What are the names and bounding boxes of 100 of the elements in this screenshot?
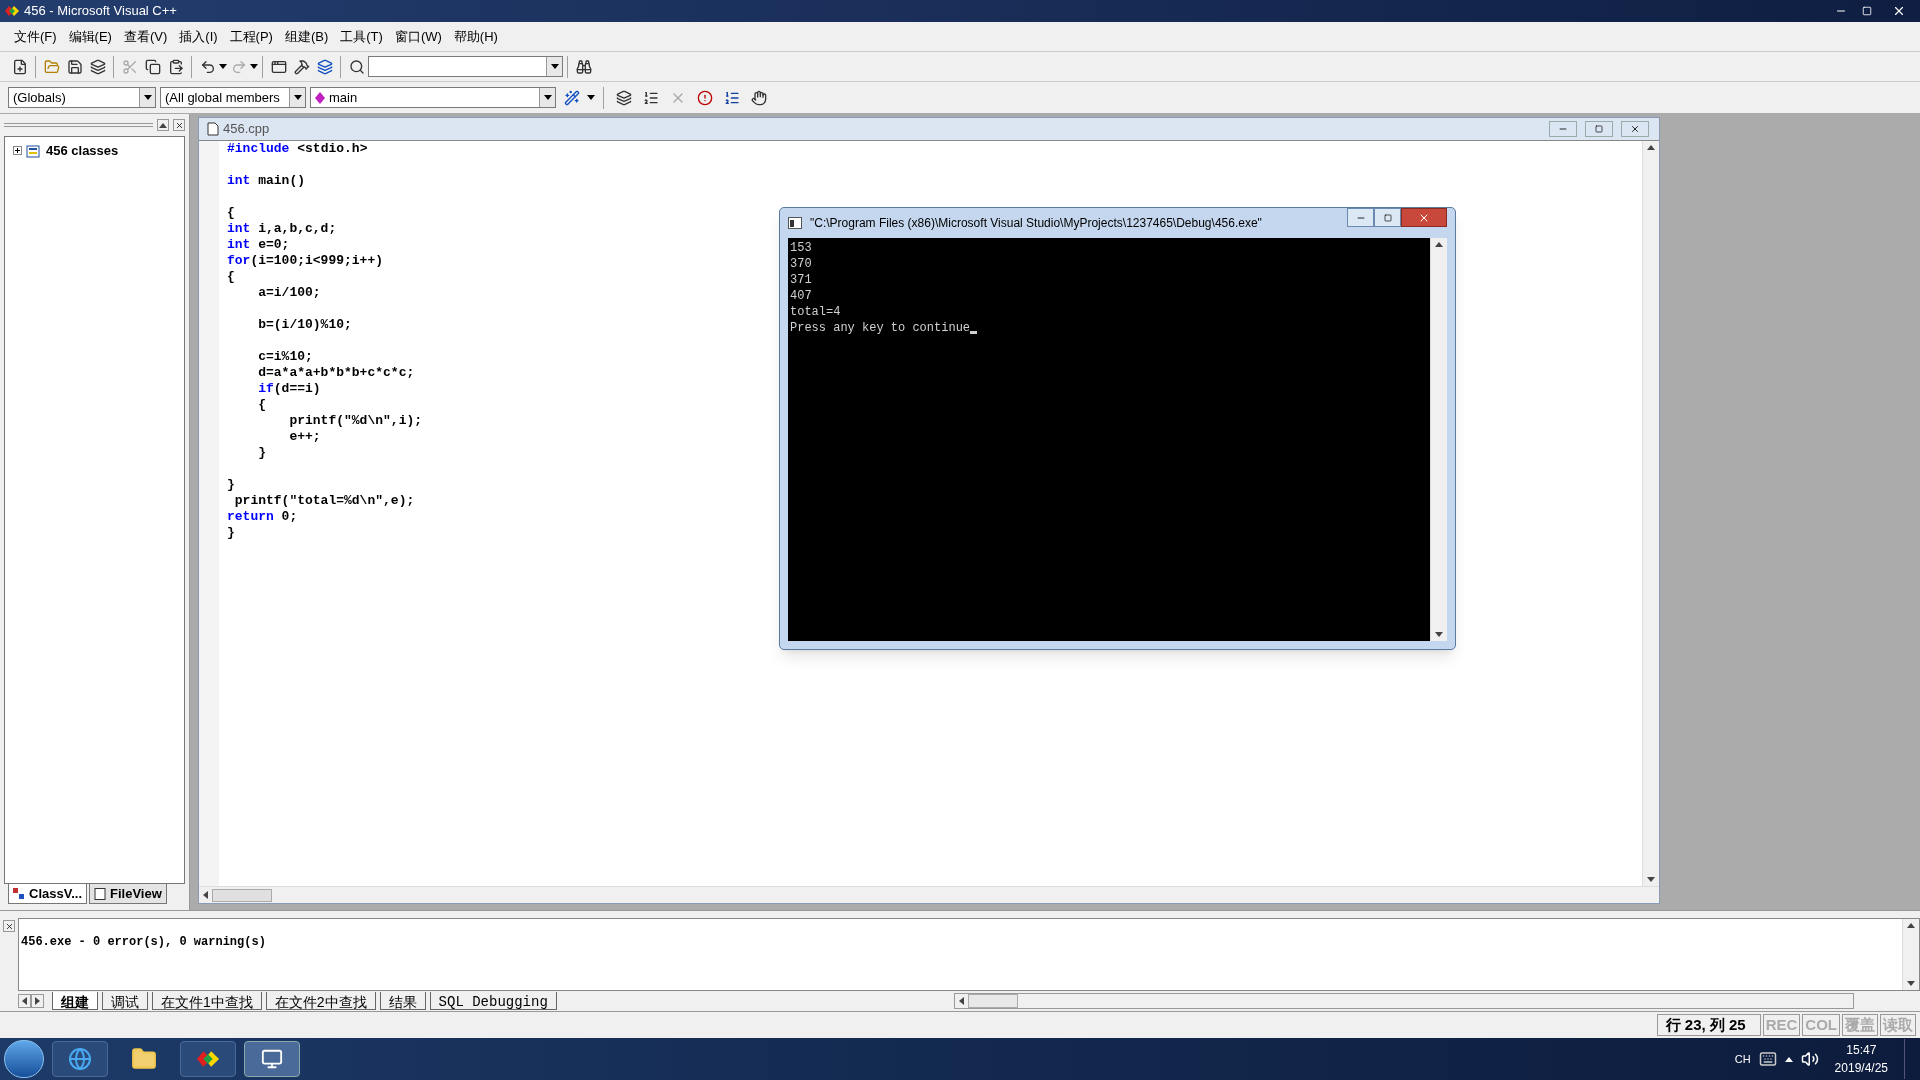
menu-item[interactable]: 工具(T): [334, 26, 389, 47]
start-button[interactable]: [4, 1040, 44, 1078]
app-logo-icon: [4, 4, 20, 18]
right-arrow-icon[interactable]: [35, 997, 40, 1005]
scroll-down-icon[interactable]: [1435, 632, 1443, 637]
code-line: int main(): [227, 173, 305, 189]
workspace-tab[interactable]: ClassV...: [8, 884, 87, 904]
scroll-up-icon[interactable]: [1907, 923, 1915, 928]
maximize-icon: [1383, 213, 1392, 222]
folder-icon: [43, 58, 60, 75]
scrollbar-thumb[interactable]: [212, 888, 272, 902]
file-icon: [94, 887, 106, 900]
scroll-down-icon[interactable]: [1907, 981, 1915, 986]
vertical-scrollbar[interactable]: [1430, 238, 1447, 641]
method-icon: [315, 91, 325, 104]
code-line: printf("%d\n",i);: [288, 413, 423, 429]
output-tab[interactable]: 调试: [102, 992, 148, 1010]
clock-time[interactable]: 15:47: [1846, 1041, 1877, 1059]
minimize-button[interactable]: [1347, 208, 1374, 227]
new-file-icon: [11, 58, 28, 75]
workspace-tab[interactable]: FileView: [89, 884, 167, 904]
cursor-position: 行 23, 列 25: [1656, 1014, 1761, 1036]
taskbar-console-button[interactable]: [244, 1041, 300, 1077]
console-title: "C:\Program Files (x86)\Microsoft Visual Studio\MyProjects\1237465\Debug\456.exe": [810, 215, 1262, 232]
status-indicator: COL: [1802, 1014, 1840, 1036]
code-line: #include <stdio.h>: [227, 141, 368, 157]
taskbar-browser-button[interactable]: [52, 1041, 108, 1077]
window-icon: [270, 58, 287, 75]
dropdown-arrow-icon: [587, 95, 595, 100]
output-tab[interactable]: 结果: [379, 992, 426, 1010]
horizontal-scrollbar[interactable]: [954, 993, 1854, 1009]
menu-item[interactable]: 帮助(H): [447, 26, 504, 47]
output-tab[interactable]: 在文件1中查找: [152, 992, 262, 1010]
taskbar-app-button[interactable]: [180, 1041, 236, 1077]
volume-icon[interactable]: [1800, 1050, 1819, 1068]
horizontal-scrollbar[interactable]: [199, 887, 1659, 903]
output-tab[interactable]: SQL Debugging: [429, 992, 557, 1010]
file-icon: [207, 122, 219, 136]
console-line: 153: [790, 240, 812, 256]
clipboard-icon: [167, 58, 184, 75]
folder-icon: [131, 1046, 157, 1072]
menu-item[interactable]: 窗口(W): [388, 26, 448, 47]
exclamation-icon: [696, 89, 713, 106]
scope-combo[interactable]: (Globals): [8, 87, 156, 108]
show-hidden-icons-icon[interactable]: [1784, 1056, 1793, 1062]
function-combo[interactable]: main: [310, 87, 556, 108]
console-line: total=4: [790, 304, 841, 320]
minimize-button[interactable]: [1549, 121, 1577, 137]
panel-close-button[interactable]: [3, 920, 15, 932]
console-icon: [788, 217, 802, 229]
clock-date[interactable]: 2019/4/25: [1834, 1059, 1888, 1077]
window-title: 456 - Microsoft Visual C++: [24, 2, 177, 21]
menu-item[interactable]: 文件(F): [8, 26, 63, 47]
code-line: int e=0;: [227, 237, 290, 253]
close-icon: [1892, 4, 1906, 18]
language-indicator[interactable]: CH: [1734, 1050, 1751, 1068]
menu-item[interactable]: 组建(B): [278, 26, 335, 47]
output-line: 456.exe - 0 error(s), 0 warning(s): [21, 934, 266, 951]
keyboard-icon[interactable]: [1758, 1050, 1777, 1068]
expand-icon[interactable]: [13, 146, 22, 156]
menu-item[interactable]: 工程(P): [223, 26, 279, 47]
code-line: c=i%10;: [257, 349, 313, 365]
scroll-left-icon[interactable]: [959, 997, 964, 1005]
vertical-scrollbar[interactable]: [1902, 919, 1919, 990]
tab-scroll-right-button[interactable]: [31, 994, 44, 1008]
dropdown-arrow-icon: [293, 95, 302, 100]
scroll-down-icon[interactable]: [1647, 877, 1655, 882]
console-line: Press any key to continue: [790, 320, 971, 336]
stack-icon: [615, 89, 632, 106]
hand-icon: [750, 89, 767, 106]
scroll-up-icon[interactable]: [1647, 145, 1655, 150]
class-icon: [26, 143, 42, 158]
output-tab[interactable]: 在文件2中查找: [265, 992, 376, 1010]
status-indicator: REC: [1762, 1014, 1801, 1036]
dropdown-arrow-icon: [250, 64, 258, 69]
redo-icon: [230, 58, 247, 75]
menu-item[interactable]: 查看(V): [117, 26, 174, 47]
console-line: 370: [790, 256, 812, 272]
code-line: int i,a,b,c,d;: [227, 221, 337, 237]
code-line: d=a*a*a+b*b*b+c*c*c;: [257, 365, 415, 381]
menu-item[interactable]: 编辑(E): [62, 26, 118, 47]
vertical-scrollbar[interactable]: [1642, 141, 1659, 886]
copy-icon: [144, 58, 161, 75]
tree-item[interactable]: 456 classes: [46, 141, 119, 161]
find-combo[interactable]: [368, 56, 563, 77]
menu-item[interactable]: 插入(I): [173, 26, 224, 47]
scroll-left-icon[interactable]: [203, 891, 208, 899]
maximize-icon: [1862, 6, 1872, 16]
class-view-icon: [13, 887, 25, 900]
close-icon: [4, 921, 14, 931]
maximize-button[interactable]: [1374, 208, 1401, 227]
code-line: for(i=100;i<999;i++): [227, 253, 384, 269]
output-tab[interactable]: 组建: [52, 992, 98, 1010]
tab-scroll-left-button[interactable]: [18, 994, 31, 1008]
close-button[interactable]: [1621, 121, 1649, 137]
members-combo[interactable]: (All global members: [160, 87, 306, 108]
panel-close-button[interactable]: [173, 119, 185, 131]
scroll-up-icon[interactable]: [1435, 242, 1443, 247]
scrollbar-thumb[interactable]: [968, 994, 1018, 1008]
left-arrow-icon[interactable]: [22, 997, 27, 1005]
